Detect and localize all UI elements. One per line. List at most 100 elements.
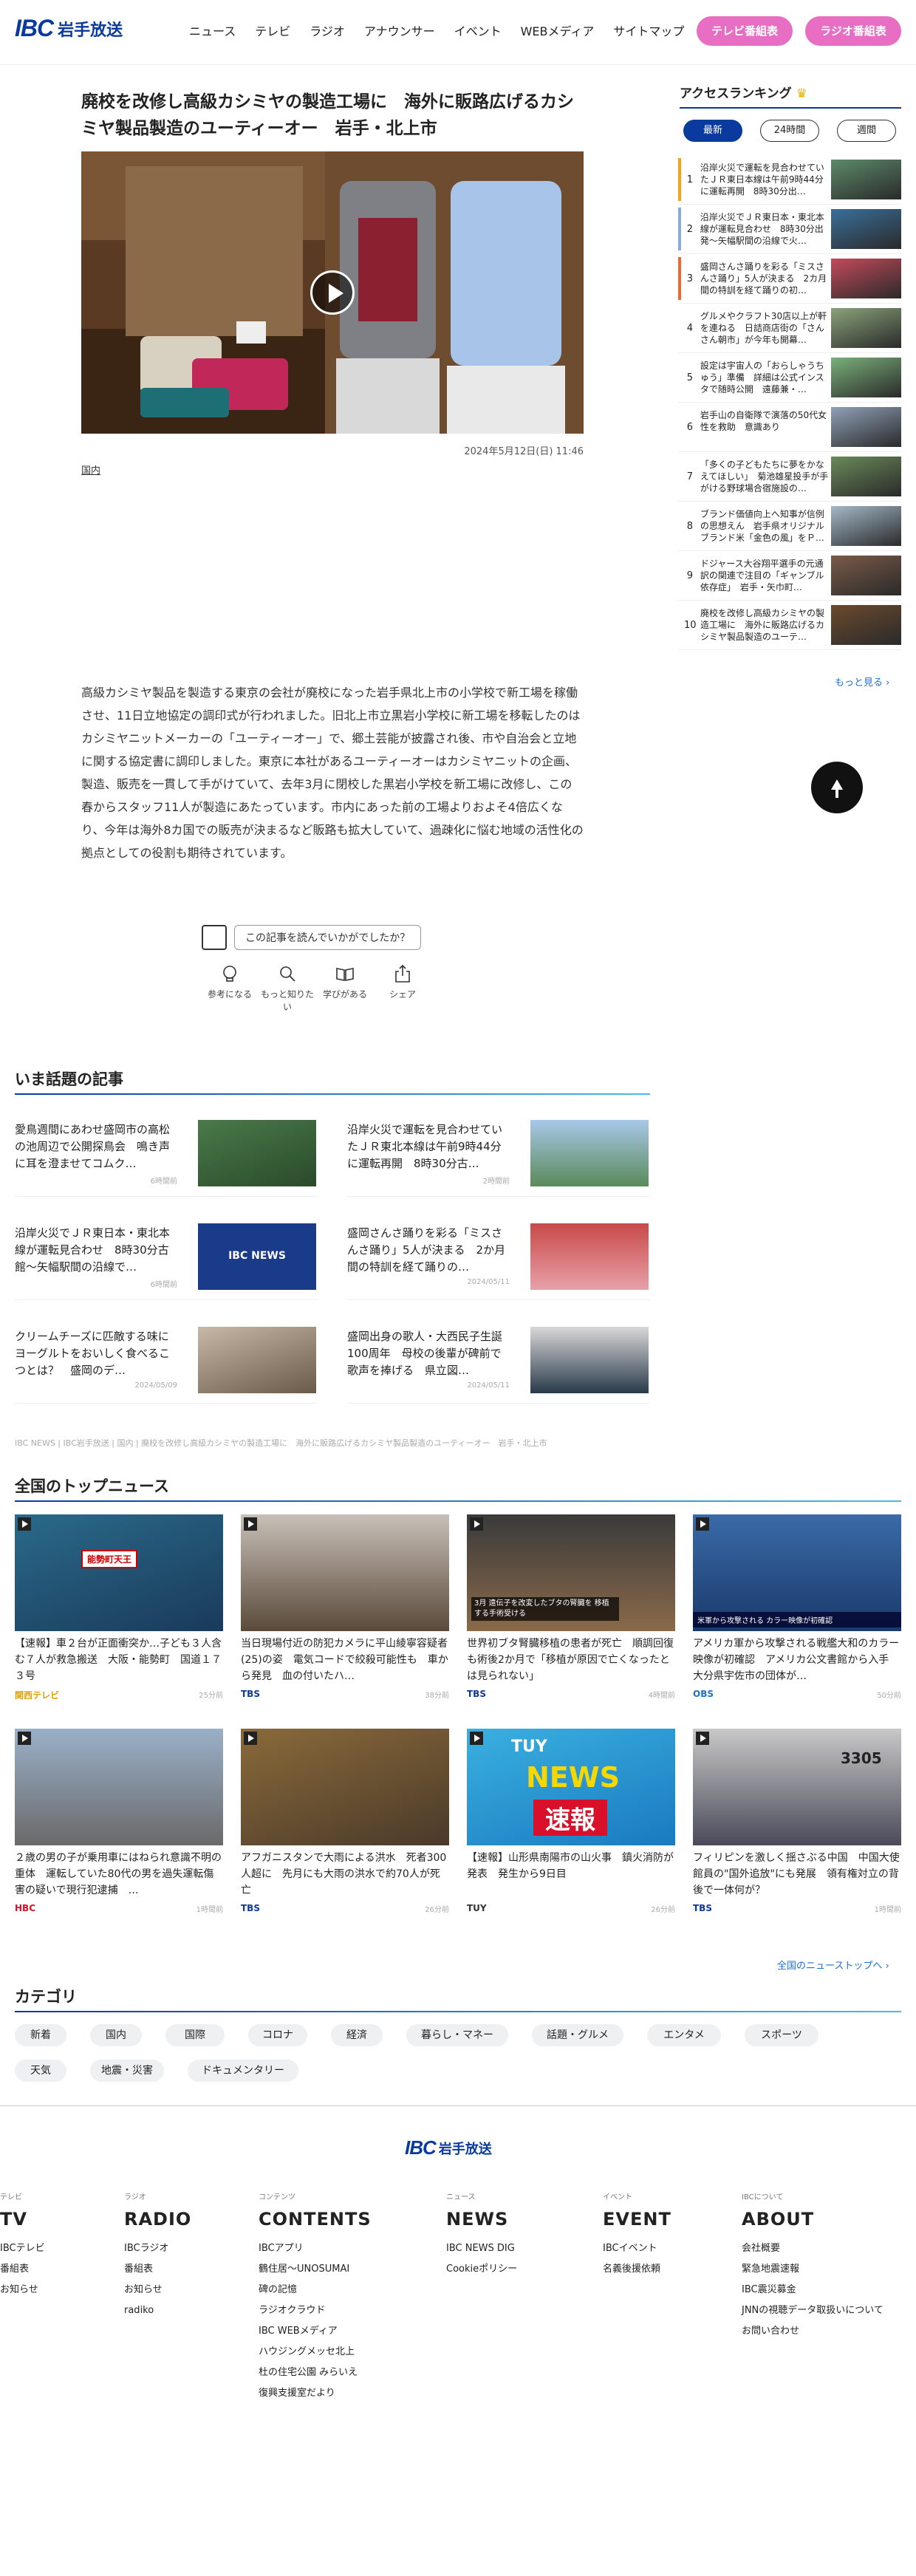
category-chip[interactable]: 話題・グルメ xyxy=(532,2024,623,2046)
footer-link[interactable]: ラジオクラウド xyxy=(259,2300,372,2321)
footer-column-title[interactable]: EVENT xyxy=(603,2209,671,2230)
footer-link[interactable]: 碑の記憶 xyxy=(259,2280,372,2300)
nav-web-media[interactable]: WEBメディア xyxy=(511,22,604,41)
ranking-item[interactable]: 9 ドジャース大谷翔平選手の元通訳の関連で注目の「ギャンブル依存症」 岩手・矢巾町… xyxy=(678,551,901,601)
category-chip[interactable]: 天気 xyxy=(15,2060,66,2082)
reaction-share[interactable]: シェア xyxy=(374,964,431,1013)
footer-column: コンテンツ CONTENTS IBCアプリ 鶴住居～UNOSUMAI 碑の記憶 ラジオクラ… xyxy=(259,2190,372,2404)
ranking-item[interactable]: 4 グルメやクラフト30店以上が軒を連ねる 日詰商店街の「さんさん朝市」が今年も開… xyxy=(678,304,901,353)
top-news-thumbnail: 3月 遠伝子を改変したブタの腎臓を 移植する手術受ける xyxy=(467,1514,675,1631)
talk-item[interactable]: 盛岡さんさ踊りを彩る「ミスさんさ踊り」5人が決まる 2か月間の特訓を経て踊りの…… xyxy=(347,1212,650,1300)
top-news-card[interactable]: 3月 遠伝子を改変したブタの腎臓を 移植する手術受ける 世界初ブタ腎臓移植の患者が… xyxy=(467,1514,675,1700)
top-news-card[interactable]: 能勢町天王 【速報】車２台が正面衝突か…子ども３人含む７人が救急搬送 大阪・能勢町… xyxy=(15,1514,223,1701)
article-tag[interactable]: 国内 xyxy=(81,462,100,476)
top-news-card[interactable]: 当日現場付近の防犯カメラに平山綾寧容疑者(25)の姿 電気コードで絞殺可能性も … xyxy=(241,1514,449,1700)
category-chip[interactable]: エンタメ xyxy=(647,2024,721,2046)
footer-link[interactable]: お知らせ xyxy=(0,2280,45,2300)
tv-schedule-button[interactable]: テレビ番組表 xyxy=(697,16,793,46)
talk-item[interactable]: クリームチーズに匹敵する味に ヨーグルトをおいしく食べるこつとは？ 盛岡のデ… 2… xyxy=(15,1315,318,1404)
footer-link[interactable]: IBC震災募金 xyxy=(742,2280,883,2300)
reaction-helpful[interactable]: 参考になる xyxy=(201,964,259,1013)
footer-link[interactable]: radiko xyxy=(124,2300,191,2321)
ranking-item[interactable]: 5 設定は宇宙人の「おらしゃうちゅう」準備 詳細は公式インスタで随時公開 遠藤兼・… xyxy=(678,353,901,403)
talk-item[interactable]: 盛岡出身の歌人・大西民子生誕100周年 母校の後輩が碑前で歌声を捧げる 県立図…… xyxy=(347,1315,650,1404)
footer-link[interactable]: お知らせ xyxy=(124,2280,191,2300)
nav-radio[interactable]: ラジオ xyxy=(300,22,355,41)
ranking-item[interactable]: 7 「多くの子どもたちに夢をかなえてほしい」 菊池雄星投手が手がける野球場合宿施設… xyxy=(678,452,901,502)
footer-link[interactable]: 会社概要 xyxy=(742,2238,883,2259)
footer-column-title[interactable]: TV xyxy=(0,2209,45,2230)
top-news-card[interactable]: アフガニスタンで大雨による洪水 死者300人超に 先月にも大雨の洪水で約70人が… xyxy=(241,1729,449,1914)
ranking-item[interactable]: 6 岩手山の自衛隊で演落の50代女性を救助 意識あり xyxy=(678,403,901,452)
nav-sitemap[interactable]: サイトマップ xyxy=(604,22,694,41)
footer-link[interactable]: IBCラジオ xyxy=(124,2238,191,2259)
nav-tv[interactable]: テレビ xyxy=(245,22,300,41)
all-news-link[interactable]: 全国のニューストップへ › xyxy=(777,1958,889,1972)
top-news-card[interactable]: 米軍から攻撃される カラー映像が初確認 アメリカ軍から攻撃される戦艦大和のカラー映… xyxy=(693,1514,901,1700)
top-news-card[interactable]: ２歳の男の子が乗用車にはねられ意識不明の重体 運転していた80代の男を過失運転傷… xyxy=(15,1729,223,1914)
footer-link[interactable]: ハウジングメッセ北上 xyxy=(259,2342,372,2363)
category-chip[interactable]: 新着 xyxy=(15,2024,66,2046)
footer-column-title[interactable]: RADIO xyxy=(124,2209,191,2230)
ranking-item[interactable]: 1 沿岸火災で運転を見合わせていたＪＲ東日本線は午前9時44分に運転再開 8時30… xyxy=(678,155,901,205)
footer-link[interactable]: 番組表 xyxy=(124,2259,191,2280)
top-news-meta: TBS 26分前 xyxy=(241,1903,449,1914)
footer-logo[interactable]: IBC 岩手放送 xyxy=(405,2136,492,2159)
footer-link[interactable]: 復興支援室だより xyxy=(259,2383,372,2404)
top-news-card[interactable]: TUY NEWS 速報 【速報】山形県南陽市の山火事 鎮火消防が発表 発生から9日目 T… xyxy=(467,1729,675,1914)
main-nav: ニュース テレビ ラジオ アナウンサー イベント WEBメディア サイトマップ xyxy=(180,22,694,41)
ranking-item[interactable]: 2 沿岸火災でＪＲ東日本・東北本線が運転見合わせ 8時30分出発～矢幅駅間の沿線で… xyxy=(678,205,901,254)
category-chip[interactable]: コロナ xyxy=(248,2024,307,2046)
talk-item[interactable]: 沿岸火災で運転を見合わせていたＪＲ東北本線は午前9時44分に運転再開 8時30分… xyxy=(347,1108,650,1197)
talk-item[interactable]: 愛鳥週間にあわせ盛岡市の高松の池周辺で公開探鳥会 鳴き声に耳を澄ませてコムク… 6… xyxy=(15,1108,318,1197)
category-chip[interactable]: ドキュメンタリー xyxy=(188,2060,298,2082)
nav-event[interactable]: イベント xyxy=(445,22,511,41)
category-chip[interactable]: 経済 xyxy=(331,2024,383,2046)
site-logo[interactable]: IBC 岩手放送 xyxy=(15,15,123,42)
ranking-tab-weekly[interactable]: 週間 xyxy=(837,120,896,142)
footer-link[interactable]: 緊急地震速報 xyxy=(742,2259,883,2280)
talk-item[interactable]: 沿岸火災でＪＲ東日本・東北本線が運転見合わせ 8時30分古館～矢幅駅間の沿線で…… xyxy=(15,1212,318,1300)
ranking-item[interactable]: 8 ブランド価値向上へ知事が信例の思想えん 岩手県オリジナルブランド米「金色の風」… xyxy=(678,502,901,551)
footer-link[interactable]: お問い合わせ xyxy=(742,2321,883,2342)
footer-link[interactable]: 鶴住居～UNOSUMAI xyxy=(259,2259,372,2280)
ranking-more-link[interactable]: もっと見る › xyxy=(835,674,889,689)
ranking-tab-latest[interactable]: 最新 xyxy=(683,120,742,142)
scroll-to-top-button[interactable] xyxy=(811,762,863,813)
footer-column-title[interactable]: NEWS xyxy=(446,2209,517,2230)
ranking-rank-marker xyxy=(678,356,681,399)
footer-link[interactable]: IBC WEBメディア xyxy=(259,2321,372,2342)
footer-link[interactable]: IBCアプリ xyxy=(259,2238,372,2259)
category-chip[interactable]: スポーツ xyxy=(745,2024,818,2046)
breadcrumb[interactable]: IBC NEWS | IBC岩手放送 | 国内 | 廃校を改修し高級カシミヤの製… xyxy=(15,1437,547,1449)
ranking-tab-24h[interactable]: 24時間 xyxy=(760,120,819,142)
footer-column-title[interactable]: CONTENTS xyxy=(259,2209,372,2230)
reaction-learn[interactable]: 学びがある xyxy=(316,964,374,1013)
footer-link[interactable]: 名義後援依頼 xyxy=(603,2259,671,2280)
footer-column-title[interactable]: ABOUT xyxy=(742,2209,883,2230)
category-chip[interactable]: 暮らし・マネー xyxy=(406,2024,508,2046)
footer-link[interactable]: 杜の住宅公園 みらいえ xyxy=(259,2363,372,2383)
footer-link[interactable]: IBC NEWS DIG xyxy=(446,2238,517,2259)
footer-link[interactable]: IBCテレビ xyxy=(0,2238,45,2259)
category-chip[interactable]: 国内 xyxy=(90,2024,142,2046)
play-icon[interactable] xyxy=(310,270,355,315)
ranking-item[interactable]: 3 盛岡さんさ踊りを彩る「ミスさんさ踊り」5人が決まる 2カ月間の特訓を経て踊りの… xyxy=(678,254,901,304)
footer-link[interactable]: Cookieポリシー xyxy=(446,2259,517,2280)
footer-link[interactable]: JNNの視聴データ取扱いについて xyxy=(742,2300,883,2321)
top-news-card[interactable]: 3305 フィリピンを激しく揺さぶる中国 中国大使館員の"国外追放"にも発展 領有… xyxy=(693,1729,901,1914)
footer-link[interactable]: IBCイベント xyxy=(603,2238,671,2259)
article-video[interactable] xyxy=(81,151,584,434)
nav-news[interactable]: ニュース xyxy=(180,22,245,41)
nav-announcer[interactable]: アナウンサー xyxy=(355,22,445,41)
ranking-rank-marker xyxy=(678,505,681,547)
footer-link[interactable]: 番組表 xyxy=(0,2259,45,2280)
ranking-item[interactable]: 10 廃校を改修し高級カシミヤの製造工場に 海外に販路広げるカシミヤ製品製造のユー… xyxy=(678,601,901,650)
radio-schedule-button[interactable]: ラジオ番組表 xyxy=(805,16,901,46)
news-timestamp: 1時間前 xyxy=(874,1906,901,1914)
category-chip[interactable]: 地震・災害 xyxy=(90,2060,164,2082)
reaction-more[interactable]: もっと知りたい xyxy=(259,964,316,1013)
category-chip[interactable]: 国際 xyxy=(165,2024,225,2046)
top-news-headline: アフガニスタンで大雨による洪水 死者300人超に 先月にも大雨の洪水で約70人が… xyxy=(241,1852,447,1896)
ranking-rank-marker xyxy=(678,455,681,498)
